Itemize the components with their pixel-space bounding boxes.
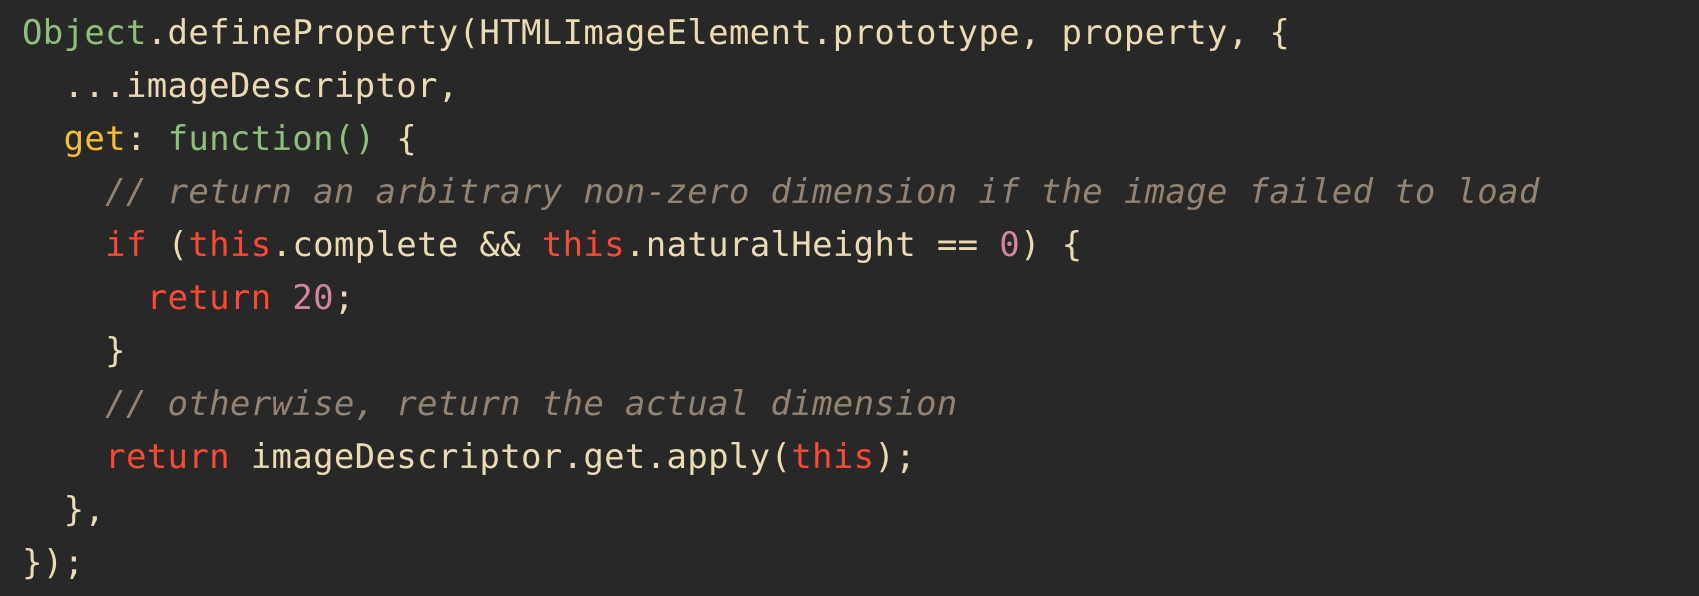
code-token-plain: } [105,331,126,371]
code-token-this: this [541,225,625,265]
code-token-this: this [791,437,875,477]
code-token-plain: .defineProperty(HTMLImageElement.prototy… [146,13,1291,53]
code-token-plain: ( [146,225,189,265]
code-token-function: function() [167,119,376,159]
code-token-object: Object [22,13,147,53]
code-token-keyword: if [105,225,147,265]
code-token-plain: ) { [1020,225,1083,265]
code-line: return 20; [22,272,1699,325]
code-token-plain: { [375,119,418,159]
code-line: }, [22,484,1699,537]
code-token-plain: ...imageDescriptor, [63,66,459,106]
code-token-number: 0 [999,225,1020,265]
code-line: // otherwise, return the actual dimensio… [22,378,1699,431]
code-token-plain: .complete && [271,225,542,265]
code-line: // return an arbitrary non-zero dimensio… [22,166,1699,219]
code-token-plain: : [125,119,168,159]
code-line: ...imageDescriptor, [22,60,1699,113]
code-token-comment: // otherwise, return the actual dimensio… [105,384,958,424]
code-token-plain: }); [22,543,85,583]
code-token-plain: ; [333,278,355,318]
code-line: return imageDescriptor.get.apply(this); [22,431,1699,484]
code-token-comment: // return an arbitrary non-zero dimensio… [105,172,1540,212]
code-line: } [22,325,1699,378]
code-token-this: this [188,225,272,265]
code-lines: Object.defineProperty(HTMLImageElement.p… [22,7,1699,590]
code-line: if (this.complete && this.naturalHeight … [22,219,1699,272]
code-block: Object.defineProperty(HTMLImageElement.p… [0,0,1699,596]
code-line: }); [22,537,1699,590]
code-token-keyword: return [146,278,272,318]
code-token-number: 20 [292,278,334,318]
code-token-property: get [63,119,126,159]
code-token-keyword: return [105,437,230,477]
code-token-plain: }, [63,490,106,530]
code-line: Object.defineProperty(HTMLImageElement.p… [22,7,1699,60]
code-token-plain: .naturalHeight == [624,225,1000,265]
code-token-plain: ); [874,437,917,477]
code-line: get: function() { [22,113,1699,166]
code-token-plain: imageDescriptor.get.apply( [229,437,792,477]
